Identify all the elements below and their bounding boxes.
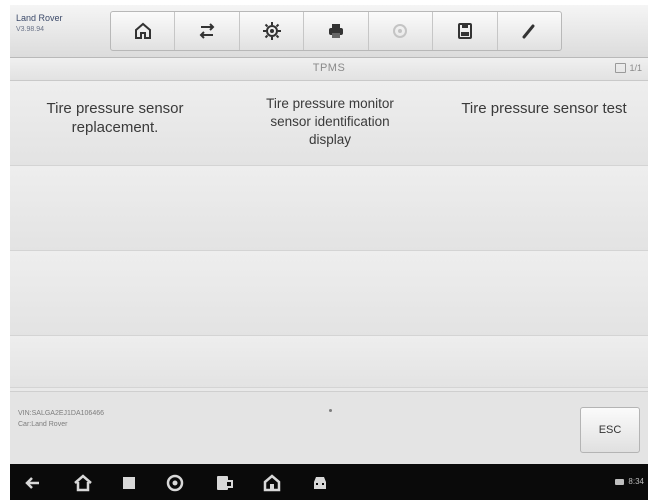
function-tire-pressure-sensor-replacement[interactable]: Tire pressure sensor replacement. <box>10 81 220 165</box>
vin-text: VIN:SALGA2EJ1DA106466 <box>18 410 104 417</box>
home-icon <box>134 22 151 39</box>
back-icon <box>25 477 39 489</box>
esc-label: ESC <box>598 424 622 436</box>
data-logging-icon <box>522 24 535 39</box>
clock: 8:34 <box>628 477 644 486</box>
vci-icon <box>217 476 233 490</box>
settings-icon <box>262 22 281 40</box>
empty-row <box>10 166 648 251</box>
recent-apps-button[interactable] <box>118 472 140 494</box>
vehicle-details: VIN:SALGA2EJ1DA106466 Car:Land Rover <box>18 408 104 430</box>
system-status: 8:34 <box>615 477 644 486</box>
function-tire-pressure-monitor-sensor-identification-display[interactable]: Tire pressure monitor sensor identificat… <box>220 81 440 165</box>
vehicle-button[interactable] <box>309 472 331 494</box>
function-label: Tire pressure sensor replacement. <box>46 100 184 136</box>
empty-row <box>10 336 648 388</box>
page-indicator: 1/1 <box>615 63 642 73</box>
home-icon <box>74 474 92 492</box>
settings-button[interactable] <box>240 12 305 50</box>
autel-button[interactable] <box>164 472 186 494</box>
battery-icon <box>615 478 625 485</box>
info-bar: VIN:SALGA2EJ1DA106466 Car:Land Rover ESC <box>10 391 648 464</box>
software-version: V3.98.94 <box>16 26 45 33</box>
back-button[interactable] <box>22 472 44 494</box>
home-button[interactable] <box>111 12 176 50</box>
save-button[interactable] <box>433 12 498 50</box>
vehicle-icon <box>314 477 326 489</box>
recent-apps-icon <box>123 477 135 489</box>
top-toolbar: Land Rover V3.98.94 <box>10 5 648 58</box>
print-button[interactable] <box>304 12 369 50</box>
vci-button[interactable] <box>213 472 235 494</box>
function-row: Tire pressure sensor replacement. Tire p… <box>10 81 648 166</box>
app-screen: Land Rover V3.98.94 TPMS 1/1 Tire pressu… <box>10 5 648 500</box>
data-logging-button[interactable] <box>498 12 561 50</box>
status-dot <box>329 409 332 412</box>
vehicle-info: Land Rover V3.98.94 <box>16 13 100 35</box>
page-number: 1/1 <box>629 63 642 73</box>
empty-row <box>10 251 648 336</box>
home-nav-button[interactable] <box>72 472 94 494</box>
car-text: Car:Land Rover <box>18 421 68 428</box>
page-icon <box>615 63 627 73</box>
function-label: Tire pressure monitor sensor identificat… <box>266 96 394 147</box>
toolbar-buttons <box>110 11 562 51</box>
esc-button[interactable]: ESC <box>580 407 640 453</box>
function-list: Tire pressure sensor replacement. Tire p… <box>10 81 648 388</box>
autel-icon <box>166 474 184 492</box>
save-icon <box>457 23 472 39</box>
function-tire-pressure-sensor-test[interactable]: Tire pressure sensor test <box>440 81 648 165</box>
title-bar: TPMS 1/1 <box>10 58 648 81</box>
vehicle-swap-button[interactable] <box>175 12 240 50</box>
maxisys-home-icon <box>263 474 281 492</box>
help-icon <box>393 24 408 38</box>
print-icon <box>328 24 343 38</box>
help-button[interactable] <box>369 12 434 50</box>
android-nav-bar: 8:34 <box>10 464 648 500</box>
page-title: TPMS <box>312 62 346 74</box>
vehicle-make: Land Rover <box>16 13 63 23</box>
function-label: Tire pressure sensor test <box>461 100 627 117</box>
maxisys-home-button[interactable] <box>261 472 283 494</box>
vehicle-swap-icon <box>199 23 215 39</box>
